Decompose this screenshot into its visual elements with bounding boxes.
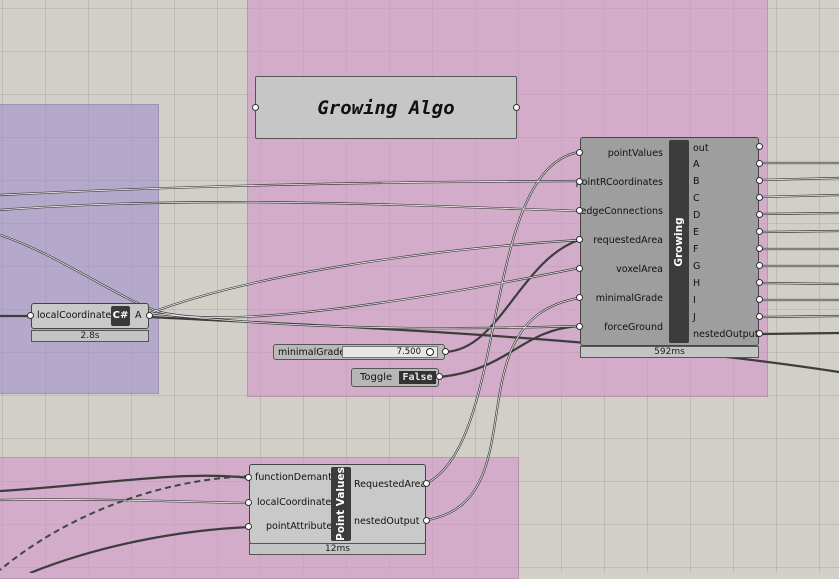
slider-handle[interactable] <box>426 348 434 356</box>
growing-algo-panel[interactable]: Growing Algo <box>252 76 520 139</box>
growing-timer: 592ms <box>580 346 759 358</box>
slider-output-grip[interactable] <box>442 348 449 355</box>
growing-output-grip[interactable] <box>756 228 763 235</box>
slider-value: 7.500 <box>396 347 421 357</box>
point-values-input-grip[interactable] <box>245 474 252 481</box>
output-label-A: A <box>693 159 700 170</box>
output-label-G: G <box>693 261 701 272</box>
growing-input-grip[interactable] <box>576 236 583 243</box>
local-coordinates-timer: 2.8s <box>31 330 149 342</box>
output-label-F: F <box>693 244 699 255</box>
growing-title: Growing <box>673 216 685 267</box>
input-label-requestedArea: requestedArea <box>593 235 663 246</box>
point-values-timer: 12ms <box>249 543 426 555</box>
input-label-pointAttribute: pointAttribute <box>266 521 333 532</box>
input-label-voxelArea: voxelArea <box>616 264 663 275</box>
output-label-nestedOutput: nestedOutput <box>693 329 759 340</box>
output-label-B: B <box>693 176 700 187</box>
group-purple[interactable] <box>0 104 159 394</box>
growing-component[interactable]: pointValues pointRCoordinates edgeConnec… <box>576 137 759 346</box>
growing-output-grip[interactable] <box>756 313 763 320</box>
growing-output-grip[interactable] <box>756 245 763 252</box>
output-label-J: J <box>693 312 696 323</box>
input-label-localCoordinates: localCoordinates <box>257 497 337 508</box>
slider-label: minimalGrade <box>278 347 346 358</box>
minimal-grade-slider[interactable]: minimalGrade 7.500 <box>273 344 445 360</box>
growing-input-grip[interactable] <box>576 149 583 156</box>
point-values-input-grip[interactable] <box>245 523 252 530</box>
growing-output-grip[interactable] <box>756 194 763 201</box>
growing-output-grip[interactable] <box>756 211 763 218</box>
input-label-pointRCoordinates: pointRCoordinates <box>575 177 663 188</box>
growing-output-grip[interactable] <box>756 279 763 286</box>
toggle-output-grip[interactable] <box>436 373 443 380</box>
growing-input-grip[interactable] <box>576 178 583 185</box>
growing-input-grip[interactable] <box>576 294 583 301</box>
growing-output-grip[interactable] <box>756 160 763 167</box>
point-values-title: Point Values <box>335 467 347 541</box>
point-values-input-grip[interactable] <box>245 499 252 506</box>
local-coordinates-output-label: A <box>135 310 142 321</box>
slider-track[interactable]: 7.500 <box>342 346 438 358</box>
growing-title-bar: Growing <box>669 140 689 343</box>
growing-output-grip[interactable] <box>756 177 763 184</box>
growing-input-grip[interactable] <box>576 207 583 214</box>
output-label-H: H <box>693 278 701 289</box>
output-label-C: C <box>693 193 700 204</box>
local-coordinates-input-label: localCoordinates <box>37 310 117 321</box>
local-coordinates-component[interactable]: localCoordinates C# A <box>31 303 149 329</box>
csharp-icon: C# <box>111 306 130 326</box>
growing-input-grip[interactable] <box>576 265 583 272</box>
output-label-I: I <box>693 295 696 306</box>
input-label-edgeConnections: edgeConnections <box>580 206 663 217</box>
growing-output-grip[interactable] <box>756 262 763 269</box>
panel-text: Growing Algo <box>317 96 455 119</box>
output-label-RequestedArea: RequestedArea <box>354 479 427 490</box>
growing-output-grip[interactable] <box>756 143 763 150</box>
point-values-output-grip[interactable] <box>423 480 430 487</box>
point-values-title-bar: Point Values <box>331 467 351 541</box>
input-label-functionDemants: functionDemants <box>255 472 337 483</box>
panel-input-grip[interactable] <box>252 104 259 111</box>
local-coordinates-output-grip[interactable] <box>146 312 153 319</box>
output-label-D: D <box>693 210 701 221</box>
growing-output-grip[interactable] <box>756 296 763 303</box>
growing-input-grip[interactable] <box>576 323 583 330</box>
output-label-nestedOutput: nestedOutput <box>354 516 420 527</box>
toggle-label: Toggle <box>360 372 393 383</box>
input-label-minimalGrade: minimalGrade <box>595 293 663 304</box>
output-label-out: out <box>693 143 709 154</box>
toggle-value[interactable]: False <box>399 371 436 384</box>
local-coordinates-input-grip[interactable] <box>27 312 34 319</box>
input-label-forceGround: forceGround <box>604 322 663 333</box>
growing-output-grip[interactable] <box>756 330 763 337</box>
point-values-component[interactable]: functionDemants localCoordinates pointAt… <box>249 464 426 544</box>
boolean-toggle[interactable]: Toggle False <box>351 368 439 387</box>
output-label-E: E <box>693 227 700 238</box>
panel-output-grip[interactable] <box>513 104 520 111</box>
point-values-output-grip[interactable] <box>423 517 430 524</box>
input-label-pointValues: pointValues <box>607 148 663 159</box>
